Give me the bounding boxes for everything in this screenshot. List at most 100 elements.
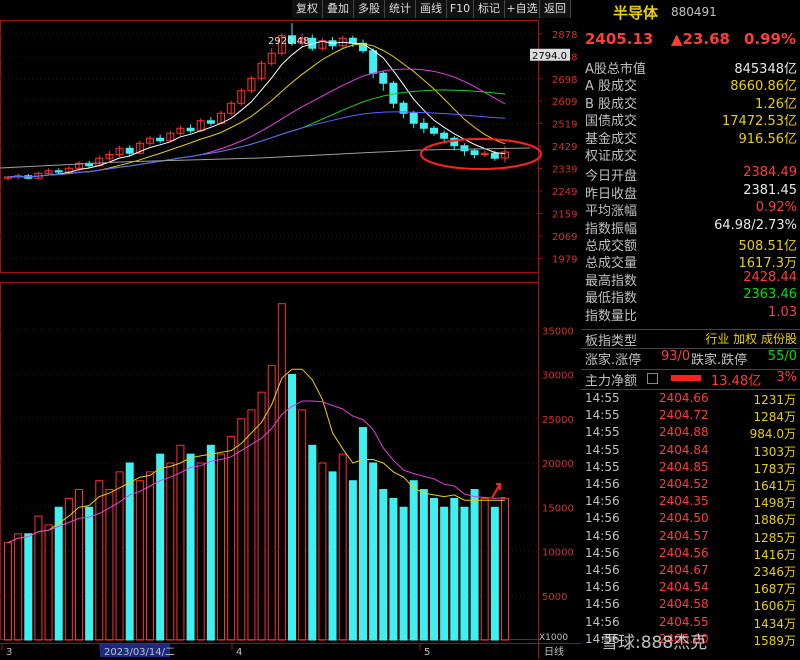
stat-value: 1.03 [768,304,797,320]
stat-value: 916.56亿 [738,131,798,147]
period-label: 日线 [544,645,564,658]
candle-body [206,120,215,124]
volume-bar [186,453,195,641]
tick-price: 2404.84 [659,442,709,457]
volume-bar [24,533,33,641]
volume-bar [308,444,317,641]
price-tick-label: 2878 [552,30,577,41]
main-flow-menu-icon[interactable] [647,373,658,384]
tick-volume: 1285万 [753,530,796,545]
tick-volume: 1498万 [753,496,796,511]
tick-volume: 1231万 [753,393,796,407]
stat-label: 昨日收盘 [585,186,638,202]
volume-bar [369,462,378,641]
tick-volume: 984.0万 [749,427,796,442]
main-flow-bar [671,375,701,381]
volume-bar [4,542,12,641]
main-flow-row: 主力净额 13.48亿 3% [581,369,800,389]
price-tick-label: 2249 [552,187,577,198]
index-type-label: 板指类型 [585,334,638,349]
price-tick-label: 2159 [552,210,577,221]
tick-time: 14:56 [585,494,620,509]
tick-time: 14:55 [585,391,620,405]
volume-bar [85,506,94,641]
tick-volume: 1687万 [753,582,796,597]
price-tick-label: 1979 [552,255,577,266]
tick-time: 14:56 [585,563,620,577]
tick-row: 14:56 2404.58 1606万 [581,597,800,614]
index-type-row: 板指类型 行业 加权 成份股 [581,329,800,349]
index-code: 880491 [671,5,717,19]
toolbar-button[interactable]: 标记 [474,0,505,18]
tick-time: 14:56 [585,614,620,629]
stat-row: B 股成交 1.26亿 [581,93,800,112]
toolbar-button[interactable]: 返回 [540,0,571,18]
stat-row: 国债成交 17472.53亿 [581,110,800,130]
toolbar-button[interactable]: 统计 [385,0,416,18]
candle-body [348,37,357,44]
stat-row: A股总市值 845348亿 [581,58,800,77]
tick-list[interactable]: 14:55 2404.66 1231万 14:55 2404.72 1284万 14:55 2… [581,389,800,660]
toolbar-button[interactable]: 多股 [354,0,385,18]
tick-time: 14:55 [585,425,620,440]
toolbar-button[interactable]: F10 [447,0,474,18]
stat-row: 指数振幅 64.98/2.73% [581,217,800,237]
stat-label: 指数量比 [585,308,638,324]
date-label: 2023/03/14/二 [104,647,175,658]
price-tick-label: 2698 [552,75,577,86]
tick-row: 14:56 2404.56 1416万 [581,546,800,563]
candle-body [460,145,469,152]
volume-tick-label: 35000 [542,326,574,337]
date-label: 5 [424,647,430,658]
toolbar-button[interactable]: 叠加 [323,0,354,18]
tick-row: 14:55 2404.72 1284万 [581,408,800,425]
stat-label: 权证成交 [585,149,638,164]
toolbar-button[interactable]: 复权 [292,0,323,18]
volume-bar [480,497,489,641]
tick-price: 2404.85 [659,459,709,474]
toolbar-button[interactable]: +自选 [505,0,540,18]
volume-bar [460,506,469,641]
tick-row: 14:56 2404.67 2346万 [581,563,800,580]
volume-bar [399,506,408,641]
tick-volume: 2346万 [753,565,796,579]
stat-value: 17472.53亿 [721,114,797,130]
high-label: 2920.48 [268,36,309,47]
volume-bar [338,453,347,641]
advance-label: 涨家.涨停 [585,353,642,368]
tick-row: 14:55 2404.66 1231万 [581,391,800,408]
tick-time: 14:55 [585,408,620,423]
stat-row: 最低指数 2363.46 [581,287,800,306]
stat-value: 8660.86亿 [730,79,797,95]
price-tick-label: 2429 [552,142,577,153]
stat-value: 64.98/2.73% [714,217,797,233]
tick-row: 14:55 2404.84 1303万 [581,443,800,460]
stat-label: 总成交量 [585,256,638,272]
stat-label: A股总市值 [585,62,646,77]
volume-bar [115,471,124,641]
tick-price: 2404.66 [659,391,709,405]
stat-row: 权证成交 [581,145,800,164]
volume-bar [176,444,185,641]
toolbar-button[interactable]: 画线 [416,0,447,18]
stat-value: 2384.49 [743,165,797,181]
volume-bar [217,453,225,641]
volume-bar [409,480,418,641]
current-price-label: 2794.0 [532,51,567,62]
stat-value: 2381.45 [743,182,797,198]
volume-bar [64,497,73,641]
kline-chart[interactable]: 2878278826982609251924292339224921592069… [0,0,581,659]
annotation-arrow [491,483,501,499]
price: 2405.13 [585,30,654,48]
stat-row: 最高指数 2428.44 [581,270,800,289]
tick-row: 14:56 2404.57 1285万 [581,529,800,546]
volume-bar [298,409,307,641]
index-type-values[interactable]: 行业 加权 成份股 [705,330,797,347]
stat-row: 昨日收盘 2381.45 [581,182,800,202]
price-line: 2405.13 ▲23.68 0.99% [581,30,800,50]
volume-tick-label: 20000 [542,459,574,470]
quote-panel: 半导体 880491 2405.13 ▲23.68 0.99% A股总市值 845… [581,0,800,659]
stat-label: A 股成交 [585,79,638,95]
stat-row: 基金成交 916.56亿 [581,128,800,147]
tick-volume: 1416万 [753,547,796,562]
